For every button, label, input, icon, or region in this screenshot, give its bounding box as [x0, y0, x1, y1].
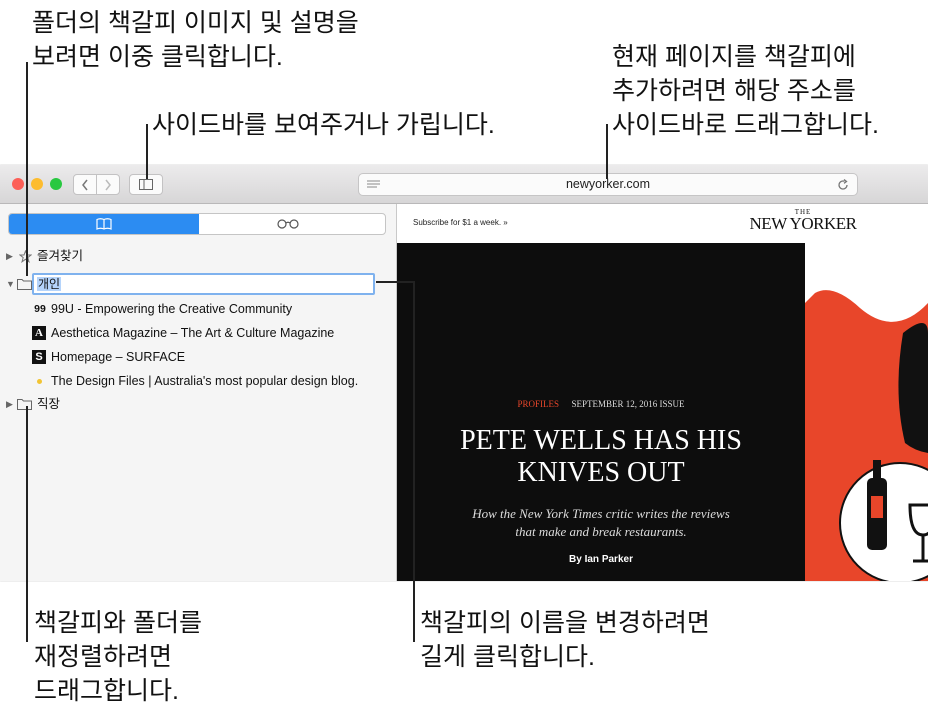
logo-main: NEW YORKER — [749, 214, 857, 233]
wine-illustration — [805, 243, 928, 581]
favicon-design-files — [37, 379, 42, 384]
tab-bookmarks[interactable] — [9, 214, 199, 234]
glasses-icon — [277, 219, 299, 229]
subscribe-link[interactable]: Subscribe for $1 a week. » — [413, 218, 508, 227]
article-category[interactable]: PROFILES — [517, 399, 559, 409]
leader-folder — [26, 62, 28, 276]
headline-line-1: PETE WELLS HAS HIS — [460, 425, 742, 456]
dek-line-1: How the New York Times critic writes the… — [472, 506, 730, 521]
bookmark-design-files[interactable]: The Design Files | Australia's most popu… — [0, 370, 396, 392]
address-url: newyorker.com — [565, 177, 651, 191]
bookmark-label: 99U - Empowering the Creative Community — [51, 302, 293, 316]
folder-rename-value: 개인 — [37, 277, 62, 291]
favorites-label: 즐겨찾기 — [37, 249, 84, 263]
folder-rename-field[interactable]: 개인 — [32, 273, 375, 295]
chevron-left-icon — [82, 179, 88, 191]
bookmark-99u[interactable]: 99 99U - Empowering the Creative Communi… — [0, 298, 396, 320]
work-folder-row[interactable]: ▶ 직장 — [0, 393, 396, 415]
bookmark-label: The Design Files | Australia's most popu… — [51, 374, 359, 388]
article-issue: SEPTEMBER 12, 2016 ISSUE — [571, 399, 685, 409]
book-icon — [96, 218, 112, 230]
callout-add-current-page: 현재 페이지를 책갈피에 추가하려면 해당 주소를 사이드바로 드래그합니다. — [612, 43, 879, 139]
callout-reorder: 책갈피와 폴더를 재정렬하려면 드래그합니다. — [34, 609, 202, 705]
article-kicker: PROFILES SEPTEMBER 12, 2016 ISSUE — [397, 399, 805, 409]
leader-rename-h — [376, 281, 414, 283]
leader-reorder — [26, 406, 28, 642]
callout-sidebar-toggle: 사이드바를 보여주거나 가립니다. — [152, 111, 495, 139]
disclosure-right-icon[interactable]: ▶ — [6, 245, 13, 267]
address-bar[interactable]: newyorker.com — [358, 173, 858, 196]
callout-rename: 책갈피의 이름을 변경하려면 길게 클릭합니다. — [420, 609, 710, 671]
toolbar: newyorker.com — [0, 165, 928, 204]
folder-icon — [17, 279, 32, 290]
safari-window: newyorker.com ▶ 즐겨찾기 ▼ 개인 99 99U - Empow… — [0, 165, 928, 581]
bookmarks-sidebar: ▶ 즐겨찾기 ▼ 개인 99 99U - Empowering the Crea… — [0, 204, 397, 581]
hero-banner[interactable]: PROFILES SEPTEMBER 12, 2016 ISSUE PETE W… — [397, 243, 805, 581]
favicon-aesthetica: A — [32, 326, 46, 340]
leader-rename-v — [413, 281, 415, 642]
site-logo[interactable]: THE NEW YORKER — [747, 208, 859, 234]
minimize-window-button[interactable] — [31, 178, 43, 190]
leader-address — [606, 124, 608, 179]
back-button[interactable] — [73, 174, 97, 195]
disclosure-down-icon[interactable]: ▼ — [6, 273, 15, 295]
bookmark-aesthetica[interactable]: A Aesthetica Magazine – The Art & Cultur… — [0, 322, 396, 344]
favorites-folder-row[interactable]: ▶ 즐겨찾기 — [0, 245, 396, 267]
leader-sidebar — [146, 124, 148, 179]
sidebar-icon — [139, 179, 153, 190]
tab-reading-list[interactable] — [199, 214, 385, 234]
chevron-right-icon — [105, 179, 111, 191]
favicon-surface: S — [32, 350, 46, 364]
close-window-button[interactable] — [12, 178, 24, 190]
disclosure-right-icon[interactable]: ▶ — [6, 393, 13, 415]
article-byline: By Ian Parker — [569, 554, 633, 565]
work-folder-label: 직장 — [37, 397, 61, 411]
article-dek: How the New York Times critic writes the… — [397, 505, 805, 541]
zoom-window-button[interactable] — [50, 178, 62, 190]
reload-icon[interactable] — [837, 179, 849, 191]
forward-button[interactable] — [96, 174, 120, 195]
hero-illustration — [805, 243, 928, 581]
headline-line-2: KNIVES OUT — [517, 457, 685, 488]
dek-line-2: that make and break restaurants. — [515, 524, 687, 539]
callout-folder-double-click: 폴더의 책갈피 이미지 및 설명을 보려면 이중 클릭합니다. — [32, 9, 359, 71]
bookmark-surface[interactable]: S Homepage – SURFACE — [0, 346, 396, 368]
article-headline[interactable]: PETE WELLS HAS HIS KNIVES OUT — [397, 425, 805, 489]
web-content: Subscribe for $1 a week. » THE NEW YORKE… — [397, 204, 928, 581]
favicon-99u: 99 — [34, 303, 46, 315]
sidebar-tab-control — [8, 213, 386, 235]
folder-icon — [17, 399, 32, 410]
bookmark-label: Aesthetica Magazine – The Art & Culture … — [51, 326, 335, 340]
bookmark-label: Homepage – SURFACE — [51, 350, 186, 364]
